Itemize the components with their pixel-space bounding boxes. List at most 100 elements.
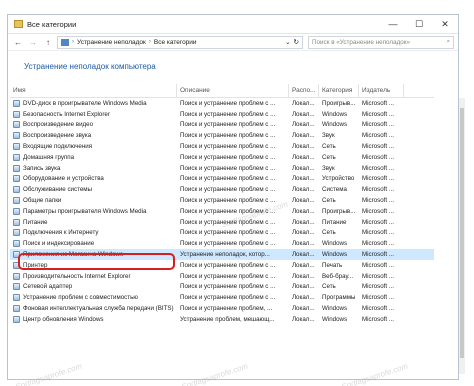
row-publisher: Microsoft ... bbox=[362, 218, 394, 226]
row-name-label: Входящие подключения bbox=[23, 143, 93, 151]
close-button[interactable]: ✕ bbox=[432, 15, 458, 33]
breadcrumb-troubleshooting[interactable]: Устранение неполадок bbox=[77, 39, 146, 46]
row-description: Поиск и устранение проблем с ... bbox=[180, 240, 276, 248]
row-description: Поиск и устранение проблем с ... bbox=[180, 164, 276, 172]
search-input[interactable]: Поиск в «Устранение неполадок» ⌕ bbox=[308, 35, 454, 49]
row-location: Локал... bbox=[292, 132, 315, 140]
address-field[interactable]: › Устранение неполадок › Все категории ⌄… bbox=[57, 35, 303, 49]
row-name-label: Фоновая интеллектуальная служба передачи… bbox=[23, 305, 174, 313]
table-row[interactable]: DVD-диск в проигрывателе Windows Media По… bbox=[10, 98, 434, 109]
column-header-name[interactable]: Имя bbox=[10, 84, 177, 97]
row-category: Устройство bbox=[322, 175, 355, 183]
troubleshooter-icon bbox=[13, 121, 20, 129]
row-publisher: Microsoft ... bbox=[362, 261, 394, 269]
table-row[interactable]: Запись звука Поиск и устранение проблем с… bbox=[10, 163, 434, 174]
row-name: Общие папки bbox=[10, 197, 177, 205]
row-category: Windows bbox=[322, 110, 348, 118]
troubleshooter-icon bbox=[13, 315, 20, 323]
troubleshooter-icon bbox=[13, 197, 20, 205]
table-row[interactable]: Производительность Internet Explorer Поис… bbox=[10, 271, 434, 282]
row-category: Windows bbox=[322, 305, 348, 313]
up-button[interactable]: ↑ bbox=[42, 36, 54, 48]
row-publisher: Microsoft ... bbox=[362, 99, 394, 107]
row-name-label: Поиск и индексирование bbox=[23, 240, 95, 248]
row-publisher: Microsoft ... bbox=[362, 186, 394, 194]
breadcrumb-all-categories[interactable]: Все категории bbox=[154, 39, 197, 46]
row-name: Питание bbox=[10, 218, 177, 226]
row-description: Поиск и устранение проблем с ... bbox=[180, 175, 276, 183]
troubleshooter-icon bbox=[13, 240, 20, 248]
row-location: Локал... bbox=[292, 186, 315, 194]
row-name-label: Подключения к Интернету bbox=[23, 229, 99, 237]
row-name-label: Сетевой адаптер bbox=[23, 283, 73, 291]
row-description: Поиск и устранение проблем с ... bbox=[180, 121, 276, 129]
search-icon[interactable]: ⌕ bbox=[446, 38, 450, 46]
troubleshooter-icon bbox=[13, 186, 20, 194]
forward-button[interactable]: → bbox=[27, 36, 39, 48]
table-row[interactable]: Воспроизведение звука Поиск и устранение … bbox=[10, 130, 434, 141]
row-publisher: Microsoft ... bbox=[362, 164, 394, 172]
row-category: Проигрыв... bbox=[322, 207, 356, 215]
row-category: Windows bbox=[322, 240, 348, 248]
row-category: Программы bbox=[322, 294, 356, 302]
row-location: Локал... bbox=[292, 218, 315, 226]
row-description: Поиск и устранение проблем с ... bbox=[180, 132, 276, 140]
row-name: Домашняя группа bbox=[10, 153, 177, 161]
row-name: Оборудование и устройства bbox=[10, 175, 177, 183]
troubleshooter-icon bbox=[13, 175, 20, 183]
column-header-category[interactable]: Категория bbox=[319, 84, 359, 97]
row-name: Параметры проигрывателя Windows Media bbox=[10, 207, 177, 215]
row-name: Подключения к Интернету bbox=[10, 229, 177, 237]
table-row[interactable]: Домашняя группа Поиск и устранение пробле… bbox=[10, 152, 434, 163]
table-row[interactable]: Параметры проигрывателя Windows Media Пои… bbox=[10, 206, 434, 217]
scrollbar[interactable] bbox=[458, 98, 466, 374]
chevron-right-icon: › bbox=[148, 39, 151, 45]
row-name: Входящие подключения bbox=[10, 143, 177, 151]
minimize-button[interactable]: — bbox=[380, 15, 406, 33]
chevron-down-icon[interactable]: ⌄ bbox=[285, 38, 290, 46]
table-row[interactable]: Фоновая интеллектуальная служба передачи… bbox=[10, 303, 434, 314]
row-location: Локал... bbox=[292, 305, 315, 313]
table-row[interactable]: Устранение проблем с совместимостью Поиск… bbox=[10, 292, 434, 303]
column-header-description[interactable]: Описание bbox=[177, 84, 289, 97]
row-location: Локал... bbox=[292, 261, 315, 269]
row-category: Windows bbox=[322, 251, 348, 259]
maximize-button[interactable]: ☐ bbox=[406, 15, 432, 33]
troubleshooter-icon bbox=[13, 283, 20, 291]
table-body: DVD-диск в проигрывателе Windows Media По… bbox=[10, 98, 434, 325]
table-row[interactable]: Сетевой адаптер Поиск и устранение пробле… bbox=[10, 282, 434, 293]
table-row[interactable]: Воспроизведение видео Поиск и устранение … bbox=[10, 120, 434, 131]
refresh-icon[interactable]: ↻ bbox=[294, 38, 299, 46]
table-row[interactable]: Безопасность Internet Explorer Поиск и ус… bbox=[10, 109, 434, 120]
column-header-publisher[interactable]: Издатель bbox=[359, 84, 404, 97]
table-row[interactable]: Общие папки Поиск и устранение проблем с … bbox=[10, 195, 434, 206]
table-row[interactable]: Оборудование и устройства Поиск и устране… bbox=[10, 174, 434, 185]
chevron-right-icon: › bbox=[72, 39, 74, 45]
table-row[interactable]: Обслуживание системы Поиск и устранение п… bbox=[10, 184, 434, 195]
row-name-label: DVD-диск в проигрывателе Windows Media bbox=[23, 99, 147, 107]
row-category: Система bbox=[322, 186, 347, 194]
scrollbar-thumb bbox=[460, 108, 464, 358]
troubleshooter-icon bbox=[13, 132, 20, 140]
row-name: Производительность Internet Explorer bbox=[10, 272, 177, 280]
folder-icon bbox=[14, 20, 23, 28]
row-description: Поиск и устранение проблем с ... bbox=[180, 153, 276, 161]
row-name-label: Воспроизведение звука bbox=[23, 132, 92, 140]
row-publisher: Microsoft ... bbox=[362, 229, 394, 237]
table-row[interactable]: Входящие подключения Поиск и устранение п… bbox=[10, 141, 434, 152]
column-header-location[interactable]: Распо... bbox=[289, 84, 319, 97]
row-publisher: Microsoft ... bbox=[362, 305, 394, 313]
row-name: Воспроизведение звука bbox=[10, 132, 177, 140]
table-row[interactable]: Центр обновления Windows Устранение пробл… bbox=[10, 314, 434, 325]
row-name-label: Параметры проигрывателя Windows Media bbox=[23, 207, 147, 215]
table-row[interactable]: Поиск и индексирование Поиск и устранение… bbox=[10, 238, 434, 249]
address-bar: ← → ↑ › Устранение неполадок › Все катег… bbox=[8, 34, 458, 51]
row-name-label: Домашняя группа bbox=[23, 153, 75, 161]
row-category: Сеть bbox=[322, 153, 336, 161]
back-button[interactable]: ← bbox=[12, 36, 24, 48]
troubleshooter-list: Имя Описание Распо... Категория Издатель… bbox=[10, 84, 434, 325]
row-name: DVD-диск в проигрывателе Windows Media bbox=[10, 99, 177, 107]
row-location: Локал... bbox=[292, 175, 315, 183]
row-publisher: Microsoft ... bbox=[362, 153, 394, 161]
row-category: Печать bbox=[322, 261, 343, 269]
